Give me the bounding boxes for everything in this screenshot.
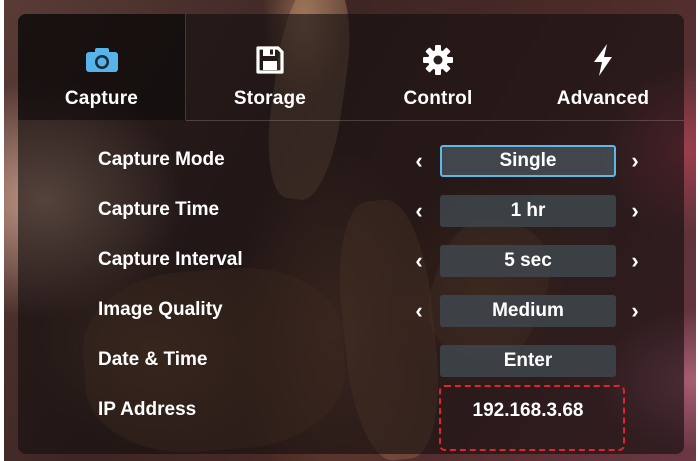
setting-label: Capture Mode (98, 149, 225, 170)
capture-mode-value[interactable]: Single (440, 145, 616, 177)
tab-label: Capture (64, 88, 139, 109)
next-option-button[interactable]: › (623, 247, 647, 275)
previous-option-button[interactable]: ‹ (407, 297, 431, 325)
ip-address-highlight (439, 385, 625, 451)
setting-label: Capture Interval (98, 249, 243, 270)
next-option-button[interactable]: › (623, 197, 647, 225)
image-quality-value[interactable]: Medium (440, 295, 616, 327)
setting-label: IP Address (98, 399, 197, 420)
camera-icon (85, 48, 118, 72)
tab-storage[interactable]: Storage (186, 14, 354, 120)
lightning-icon (594, 44, 612, 76)
setting-label: Capture Time (98, 199, 220, 220)
setting-row-capture-interval: Capture Interval ‹ 5 sec › (18, 245, 684, 277)
date-time-enter-button[interactable]: Enter (440, 345, 616, 377)
tab-label: Control (403, 88, 473, 109)
previous-option-button[interactable]: ‹ (407, 247, 431, 275)
next-option-button[interactable]: › (623, 297, 647, 325)
setting-row-date-time: Date & Time Enter (18, 345, 684, 377)
previous-option-button[interactable]: ‹ (407, 197, 431, 225)
tab-divider (186, 120, 684, 121)
setting-label: Image Quality (98, 299, 223, 320)
tab-capture[interactable]: Capture (18, 14, 186, 120)
setting-row-image-quality: Image Quality ‹ Medium › (18, 295, 684, 327)
settings-panel: Capture Storage Control Advanced Capture… (18, 14, 684, 454)
tab-advanced[interactable]: Advanced (522, 14, 684, 120)
setting-row-capture-mode: Capture Mode ‹ Single › (18, 145, 684, 177)
capture-time-value[interactable]: 1 hr (440, 195, 616, 227)
tab-control[interactable]: Control (354, 14, 522, 120)
camera-menu-screen: Capture Storage Control Advanced Capture… (4, 0, 696, 461)
setting-row-capture-time: Capture Time ‹ 1 hr › (18, 195, 684, 227)
next-option-button[interactable]: › (623, 147, 647, 175)
tab-bar: Capture Storage Control Advanced (18, 14, 684, 120)
gear-icon (423, 45, 453, 75)
setting-label: Date & Time (98, 349, 208, 370)
previous-option-button[interactable]: ‹ (407, 147, 431, 175)
capture-interval-value[interactable]: 5 sec (440, 245, 616, 277)
tab-label: Advanced (556, 88, 650, 109)
tab-label: Storage (233, 88, 307, 109)
floppy-disk-icon (256, 46, 284, 74)
